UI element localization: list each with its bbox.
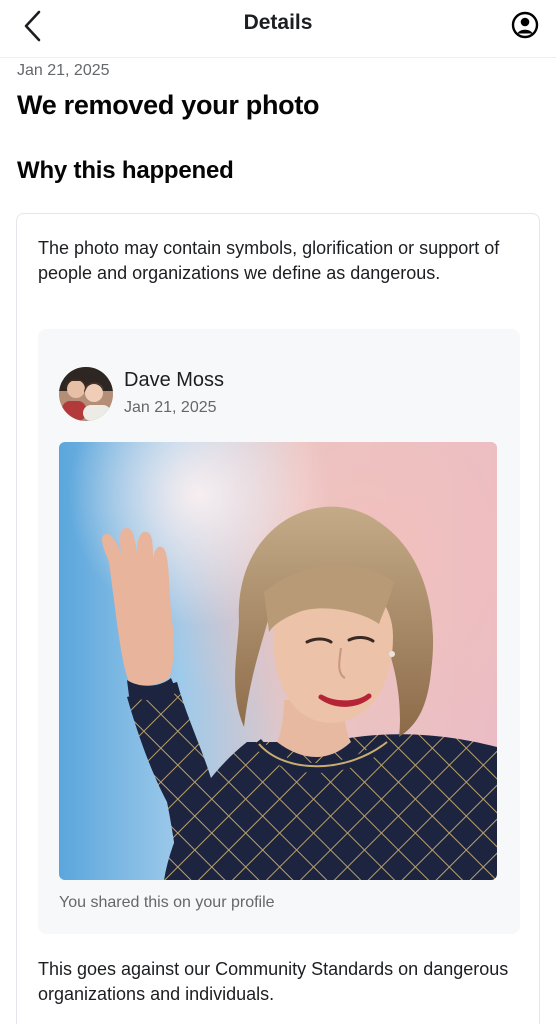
user-circle-icon — [511, 11, 539, 39]
community-standards-text: This goes against our Community Standard… — [38, 959, 509, 1004]
shared-note: You shared this on your profile — [59, 894, 275, 911]
post-date: Jan 21, 2025 — [124, 399, 217, 416]
details-card: The photo may contain symbols, glorifica… — [16, 213, 540, 1024]
why-heading: Why this happened — [17, 157, 234, 184]
removal-reason: The photo may contain symbols, glorifica… — [38, 238, 500, 283]
notice-date: Jan 21, 2025 — [17, 62, 110, 79]
post-author[interactable]: Dave Moss — [124, 369, 224, 392]
account-button[interactable] — [510, 10, 540, 40]
removed-photo[interactable] — [59, 442, 497, 880]
post-preview: Dave Moss Jan 21, 2025 You shared this o… — [38, 329, 520, 934]
avatar[interactable] — [59, 367, 113, 421]
notice-headline: We removed your photo — [17, 90, 320, 120]
top-bar: Details — [0, 0, 556, 58]
page-title: Details — [243, 11, 313, 34]
